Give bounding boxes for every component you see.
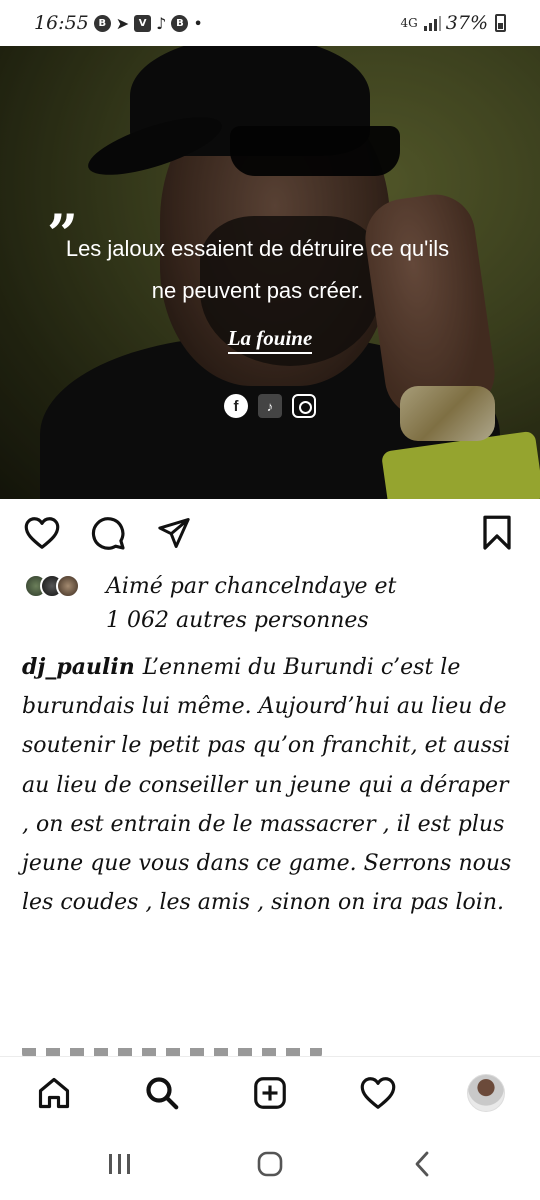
post-actions xyxy=(0,512,540,558)
bottom-navigation xyxy=(0,1056,540,1128)
tiktok-icon: ♪ xyxy=(258,394,282,418)
heart-icon xyxy=(360,1077,396,1109)
profile-avatar xyxy=(467,1074,505,1112)
v-icon: V xyxy=(134,14,152,32)
like-button[interactable] xyxy=(21,512,63,554)
facebook-icon: f xyxy=(224,394,248,418)
nav-profile[interactable] xyxy=(464,1071,508,1115)
post-caption: dj_paulin L’ennemi du Burundi c’est le bu… xyxy=(22,648,512,922)
search-icon xyxy=(146,1077,179,1110)
quote-text: Les jaloux essaient de détruire ce qu'il… xyxy=(30,228,485,312)
recents-icon xyxy=(109,1154,130,1174)
instagram-icon: o xyxy=(292,394,316,418)
liker-avatars xyxy=(24,574,80,598)
status-bar: 16:55 B ➤ V ♪ B • 4G 37% xyxy=(0,0,540,46)
heart-icon xyxy=(24,517,60,549)
status-left: 16:55 B ➤ V ♪ B • xyxy=(34,12,203,34)
nav-activity[interactable] xyxy=(356,1071,400,1115)
quote-line-2: ne peuvent pas créer. xyxy=(151,278,364,303)
bookmark-icon xyxy=(483,515,511,550)
tiktok-icon: ♪ xyxy=(156,13,167,33)
home-circle-icon xyxy=(257,1151,283,1177)
recent-apps-button[interactable] xyxy=(100,1146,140,1182)
likes-line-2: 1 062 autres personnes xyxy=(106,608,369,633)
likes-line-1: Aimé par chancelndaye et xyxy=(106,574,397,599)
home-button[interactable] xyxy=(250,1146,290,1182)
nav-home[interactable] xyxy=(32,1071,76,1115)
send-icon xyxy=(158,518,190,548)
battery-icon xyxy=(495,14,506,32)
status-right: 4G 37% xyxy=(401,12,506,34)
comment-icon xyxy=(91,517,125,550)
b-icon: B xyxy=(93,14,111,32)
share-button[interactable] xyxy=(153,512,195,554)
signal-icon xyxy=(423,16,441,31)
comment-button[interactable] xyxy=(87,512,129,554)
save-button[interactable] xyxy=(476,512,518,554)
telegram-icon: ➤ xyxy=(115,13,130,33)
quote-line-1: Les jaloux essaient de détruire ce qu'il… xyxy=(65,236,450,261)
nav-create[interactable] xyxy=(248,1071,292,1115)
caption-username[interactable]: dj_paulin xyxy=(22,654,135,680)
system-navigation xyxy=(0,1128,540,1200)
status-time: 16:55 xyxy=(34,12,89,34)
likes-summary[interactable]: Aimé par chancelndaye et 1 062 autres pe… xyxy=(24,570,524,638)
nav-search[interactable] xyxy=(140,1071,184,1115)
post-image[interactable]: „ Les jaloux essaient de détruire ce qu'… xyxy=(0,46,540,499)
add-post-icon xyxy=(254,1077,286,1109)
likes-text: Aimé par chancelndaye et 1 062 autres pe… xyxy=(24,570,524,638)
liker-avatar xyxy=(56,574,80,598)
caption-text: L’ennemi du Burundi c’est le burundais l… xyxy=(22,655,512,916)
quote-mark: „ xyxy=(48,171,80,235)
image-social-icons: f ♪ o xyxy=(0,394,540,418)
home-icon xyxy=(38,1077,70,1109)
back-button[interactable] xyxy=(402,1146,442,1182)
quote-author-name: La fouine xyxy=(227,326,313,354)
quote-author: La fouine xyxy=(0,326,540,354)
battery-percent: 37% xyxy=(445,12,488,34)
notification-dot-icon: • xyxy=(193,13,203,33)
back-chevron-icon xyxy=(415,1151,429,1177)
b-circle-icon: B xyxy=(171,14,189,32)
network-label: 4G xyxy=(400,16,418,30)
